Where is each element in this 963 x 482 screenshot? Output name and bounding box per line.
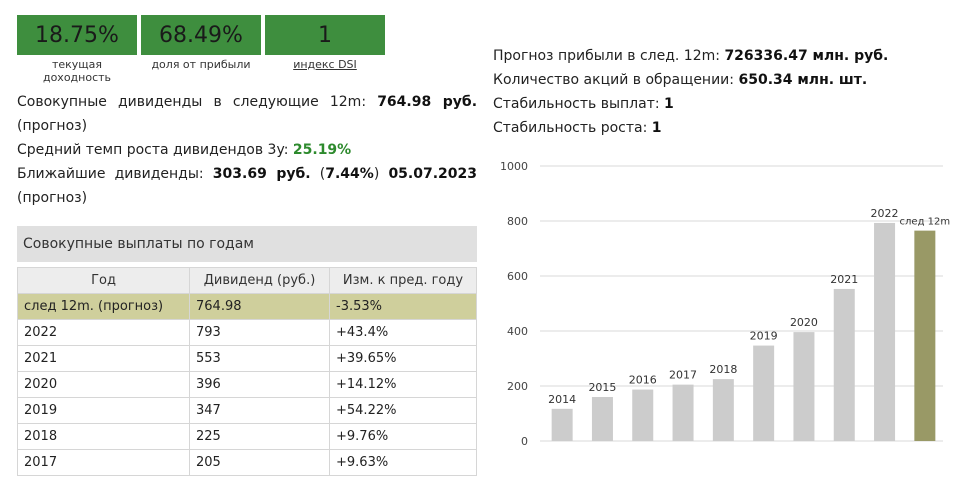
- kpi-payout: 68.49%: [141, 15, 261, 55]
- total-div-prefix: Совокупные дивиденды в следующие 12m:: [17, 94, 367, 110]
- bar: [632, 389, 654, 441]
- bar-category-label: 2015: [588, 381, 616, 394]
- nearest-value: 303.69 руб.: [212, 166, 311, 182]
- cell-dividend: 764.98: [189, 293, 330, 320]
- stability-label: Стабильность выплат:: [493, 96, 660, 112]
- bar: [591, 397, 613, 441]
- cell-year: 2018: [17, 423, 190, 450]
- stability-value: 1: [664, 96, 674, 112]
- table-row: 2021 553 +39.65%: [17, 345, 477, 372]
- total-dividends-text: Совокупные дивиденды в следующие 12m: 76…: [17, 90, 477, 138]
- cell-dividend: 553: [189, 345, 330, 372]
- growth-value: 25.19%: [292, 142, 352, 158]
- growth-prefix: Средний темп роста дивидендов 3y:: [17, 142, 289, 158]
- cell-year: 2019: [17, 397, 190, 424]
- nearest-date: 05.07.2023: [388, 166, 478, 182]
- payment-stability: Стабильность выплат: 1: [493, 96, 674, 112]
- table-row: 2020 396 +14.12%: [17, 371, 477, 398]
- y-tick-label: 600: [507, 270, 528, 283]
- col-header-dividend: Дивиденд (руб.): [189, 267, 330, 294]
- profit-value: 726336.47 млн. руб.: [724, 48, 889, 64]
- bar-category-label: 2017: [669, 369, 697, 382]
- table-row: 2019 347 +54.22%: [17, 397, 477, 424]
- cell-year: 2017: [17, 449, 190, 476]
- nearest-pct: 7.44%: [325, 166, 374, 182]
- nearest-dividends-text: Ближайшие дивиденды: 303.69 руб. (7.44%)…: [17, 162, 477, 210]
- bar: [551, 408, 573, 441]
- cell-dividend: 347: [189, 397, 330, 424]
- y-tick-label: 0: [521, 435, 528, 448]
- kpi-yield: 18.75%: [17, 15, 137, 55]
- bar: [672, 384, 694, 441]
- y-tick-label: 1000: [500, 160, 528, 173]
- col-header-year: Год: [17, 267, 190, 294]
- table-row: 2018 225 +9.76%: [17, 423, 477, 450]
- bar: [712, 379, 734, 441]
- nearest-prefix: Ближайшие дивиденды:: [17, 166, 204, 182]
- dividends-table: Год Дивиденд (руб.) Изм. к пред. году сл…: [17, 267, 477, 476]
- avg-growth-text: Средний темп роста дивидендов 3y: 25.19%: [17, 138, 477, 162]
- bar: [914, 230, 936, 441]
- cell-change: +14.12%: [329, 371, 477, 398]
- y-tick-label: 200: [507, 380, 528, 393]
- bar-category-label: 2018: [709, 363, 737, 376]
- payouts-section-title: Совокупные выплаты по годам: [17, 226, 477, 262]
- cell-change: +9.76%: [329, 423, 477, 450]
- kpi-dsi: 1: [265, 15, 385, 55]
- growth-stability-label: Стабильность роста:: [493, 120, 648, 136]
- cell-dividend: 793: [189, 319, 330, 346]
- bar-category-label: 2021: [830, 273, 858, 286]
- cell-year: 2022: [17, 319, 190, 346]
- growth-stability: Стабильность роста: 1: [493, 120, 662, 136]
- y-tick-label: 800: [507, 215, 528, 228]
- total-div-value: 764.98 руб.: [377, 94, 478, 110]
- table-header-row: Год Дивиденд (руб.) Изм. к пред. году: [17, 267, 477, 294]
- bar: [874, 222, 896, 441]
- cell-year: след 12m. (прогноз): [17, 293, 190, 320]
- cell-dividend: 396: [189, 371, 330, 398]
- bar-category-label: след 12m: [900, 217, 951, 228]
- bar-category-label: 2014: [548, 393, 576, 406]
- shares-outstanding: Количество акций в обращении: 650.34 млн…: [493, 72, 867, 88]
- kpi-payout-label: доля от прибыли: [151, 58, 251, 71]
- bar: [753, 345, 775, 441]
- cell-change: +43.4%: [329, 319, 477, 346]
- table-row: след 12m. (прогноз) 764.98 -3.53%: [17, 293, 477, 320]
- cell-change: -3.53%: [329, 293, 477, 320]
- bar-category-label: 2022: [871, 207, 899, 220]
- shares-value: 650.34 млн. шт.: [738, 72, 868, 88]
- bar-category-label: 2016: [629, 374, 657, 387]
- cell-change: +9.63%: [329, 449, 477, 476]
- cell-dividend: 225: [189, 423, 330, 450]
- y-tick-label: 400: [507, 325, 528, 338]
- growth-stability-value: 1: [651, 120, 662, 136]
- table-row: 2022 793 +43.4%: [17, 319, 477, 346]
- bar: [793, 332, 815, 441]
- profit-forecast: Прогноз прибыли в след. 12m: 726336.47 м…: [493, 48, 888, 64]
- cell-dividend: 205: [189, 449, 330, 476]
- bar: [833, 288, 855, 441]
- nearest-suffix: (прогноз): [17, 190, 88, 206]
- kpi-dsi-link[interactable]: индекс DSI: [265, 58, 385, 71]
- cell-change: +54.22%: [329, 397, 477, 424]
- profit-label: Прогноз прибыли в след. 12m:: [493, 48, 720, 64]
- table-row: 2017 205 +9.63%: [17, 449, 477, 476]
- shares-label: Количество акций в обращении:: [493, 72, 735, 88]
- kpi-yield-label: текущая доходность: [42, 58, 112, 84]
- dividends-bar-chart: 0 200 400 600 800 1000 2014 2015 2016 2017 2018 201…: [500, 160, 951, 448]
- bar-category-label: 2019: [750, 330, 778, 343]
- total-div-suffix: (прогноз): [17, 118, 88, 134]
- col-header-change: Изм. к пред. году: [329, 267, 477, 294]
- cell-year: 2021: [17, 345, 190, 372]
- bar-category-label: 2020: [790, 316, 818, 329]
- cell-change: +39.65%: [329, 345, 477, 372]
- cell-year: 2020: [17, 371, 190, 398]
